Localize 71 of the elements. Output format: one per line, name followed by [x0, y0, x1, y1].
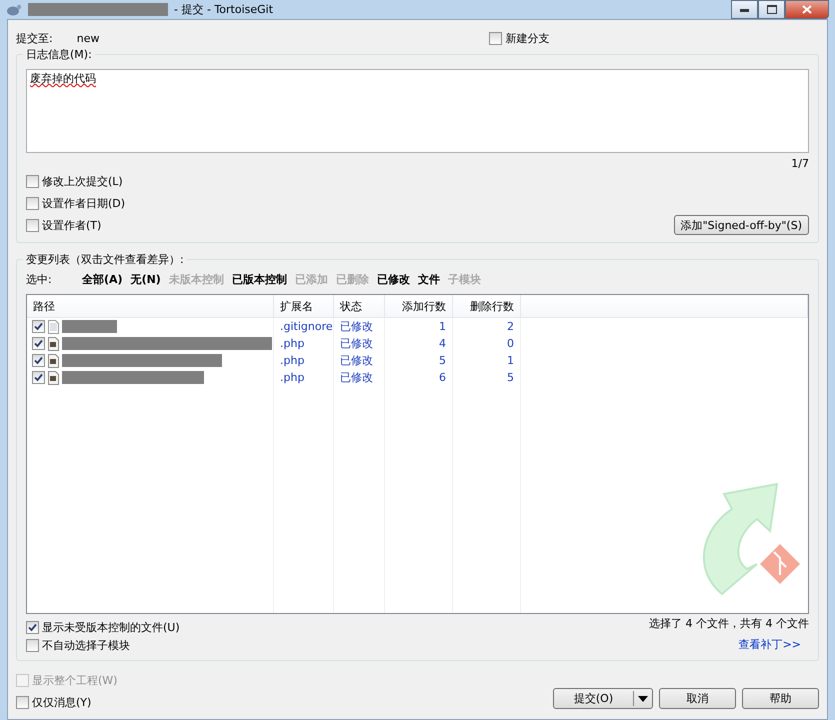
- filter-label: 选中:: [26, 272, 53, 286]
- table-cell: 0: [453, 335, 521, 352]
- minimize-icon: [740, 8, 749, 12]
- redaction-bar: [62, 320, 117, 333]
- checkbox[interactable]: [16, 696, 29, 708]
- table-cell: .php: [274, 369, 334, 386]
- cancel-button[interactable]: 取消: [659, 688, 736, 709]
- checkbox[interactable]: [26, 174, 39, 188]
- checkbox[interactable]: [32, 354, 45, 367]
- group-title: 变更列表（双击文件查看差异）:: [23, 252, 187, 267]
- help-button[interactable]: 帮助: [742, 688, 819, 709]
- checkbox[interactable]: [32, 371, 45, 384]
- table-cell: 4: [385, 335, 453, 352]
- filter-link[interactable]: 已版本控制: [232, 272, 287, 286]
- checkbox-label: 设置作者(T): [42, 218, 102, 232]
- checkbox[interactable]: [32, 337, 45, 350]
- checkbox-label: 新建分支: [505, 30, 550, 46]
- close-icon: [802, 5, 812, 14]
- close-button[interactable]: [785, 0, 829, 19]
- filter-link[interactable]: 全部(A): [82, 272, 123, 286]
- checkbox[interactable]: [26, 620, 39, 634]
- minimize-button[interactable]: [731, 0, 758, 19]
- view-patch-link[interactable]: 查看补丁>>: [738, 637, 801, 652]
- message-field[interactable]: 废弃掉的代码: [26, 69, 809, 153]
- checkbox-label: 显示未受版本控制的文件(U): [42, 620, 180, 634]
- signoff-button[interactable]: 添加"Signed-off-by"(S): [674, 215, 809, 235]
- filter-link[interactable]: 文件: [418, 272, 440, 286]
- selection-summary: 选择了 4 个文件，共有 4 个文件: [649, 616, 809, 631]
- table-cell: 1: [385, 318, 453, 335]
- table-cell: 1: [453, 352, 521, 369]
- maximize-button[interactable]: [758, 0, 785, 19]
- window-title: - 提交 - TortoiseGit: [174, 2, 274, 17]
- character-counter: 1/7: [791, 157, 809, 170]
- file-icon: [48, 370, 59, 384]
- column-header[interactable]: 添加行数: [385, 295, 453, 318]
- checkbox-label: 仅仅消息(Y): [32, 694, 92, 710]
- commit-button[interactable]: 提交(O): [553, 688, 653, 709]
- table-cell: .gitignore: [274, 318, 334, 335]
- filter-link[interactable]: 无(N): [130, 272, 161, 286]
- table-cell: 已修改: [334, 369, 385, 386]
- table-cell: 已修改: [334, 318, 385, 335]
- column-header[interactable]: 状态: [334, 295, 385, 318]
- turtle-icon: [6, 2, 22, 16]
- column-header[interactable]: 路径: [27, 295, 274, 318]
- checkbox[interactable]: [26, 218, 39, 232]
- table-cell: 已修改: [334, 352, 385, 369]
- table-cell: .php: [274, 335, 334, 352]
- checkbox-label: 显示整个工程(W): [32, 672, 118, 688]
- group-title: 日志信息(M):: [23, 47, 95, 62]
- column-header[interactable]: 扩展名: [274, 295, 334, 318]
- table-cell: .php: [274, 352, 334, 369]
- filter-link[interactable]: 已修改: [376, 272, 410, 286]
- checkbox-label: 设置作者日期(D): [42, 196, 126, 210]
- commit-to-label: 提交至:: [16, 30, 53, 46]
- table-cell: 5: [385, 352, 453, 369]
- table-cell: 2: [453, 318, 521, 335]
- checkbox[interactable]: [26, 196, 39, 210]
- checkbox-label: 修改上次提交(L): [42, 174, 123, 188]
- table-cell: 5: [453, 369, 521, 386]
- file-icon: [48, 336, 59, 350]
- checkbox-label: 不自动选择子模块: [42, 638, 130, 652]
- text-file-icon: [48, 320, 59, 334]
- checkbox[interactable]: [489, 32, 502, 44]
- branch-name: new: [76, 32, 100, 44]
- checkbox[interactable]: [32, 320, 45, 333]
- table-cell: 已修改: [334, 335, 385, 352]
- column-header[interactable]: 删除行数: [453, 295, 521, 318]
- checkbox[interactable]: [26, 638, 39, 652]
- maximize-icon: [766, 5, 776, 14]
- table-cell: 6: [385, 369, 453, 386]
- file-icon: [48, 354, 59, 368]
